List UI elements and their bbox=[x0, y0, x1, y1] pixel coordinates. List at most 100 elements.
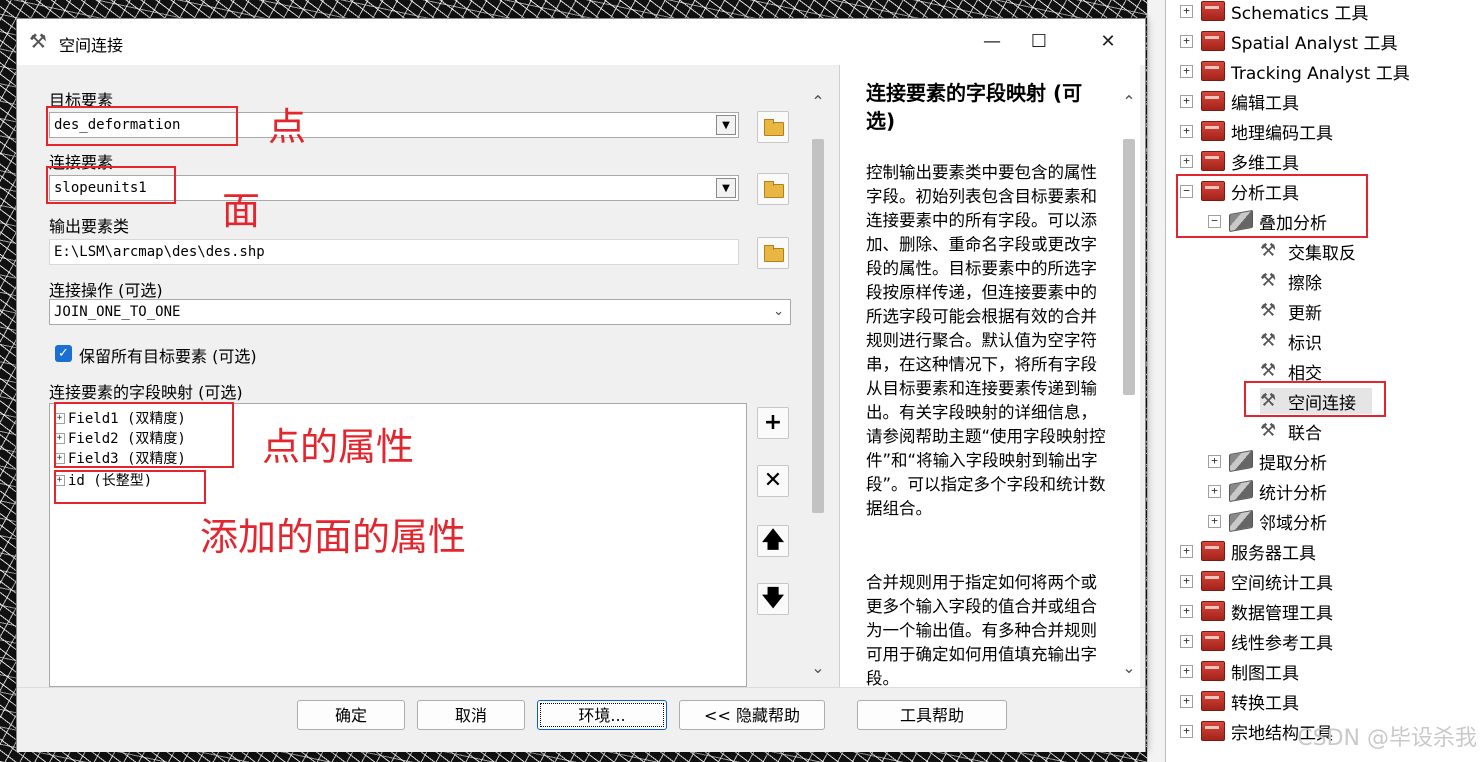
tool-item-identity[interactable]: ⚒ 标识 bbox=[1260, 328, 1322, 354]
toolbox-item-geocoding[interactable]: + 地理编码工具 bbox=[1180, 118, 1333, 144]
tool-item-erase[interactable]: ⚒ 擦除 bbox=[1260, 268, 1322, 294]
expand-icon[interactable]: + bbox=[1180, 574, 1193, 588]
expand-icon[interactable]: + bbox=[1180, 544, 1193, 558]
toolbox-icon bbox=[1201, 121, 1225, 141]
toolbox-item-editing[interactable]: + 编辑工具 bbox=[1180, 88, 1299, 114]
hide-help-button[interactable]: << 隐藏帮助 bbox=[679, 700, 825, 730]
move-down-button[interactable]: 🡇 bbox=[757, 583, 789, 615]
join-operation-select[interactable]: JOIN_ONE_TO_ONE ⌄ bbox=[49, 299, 791, 325]
add-field-button[interactable]: + bbox=[757, 407, 789, 439]
hammer-icon: ⚒ bbox=[1260, 330, 1277, 351]
toolset-item-statistics[interactable]: + 统计分析 bbox=[1208, 478, 1327, 504]
highlight-point-fields-box bbox=[54, 402, 234, 468]
maximize-button[interactable]: ☐ bbox=[1016, 27, 1062, 57]
toolbox-item-conversion[interactable]: + 转换工具 bbox=[1180, 688, 1299, 714]
highlight-polygon-field-box bbox=[54, 470, 206, 504]
expand-icon[interactable]: + bbox=[1180, 4, 1193, 18]
remove-field-button[interactable]: ✕ bbox=[757, 465, 789, 497]
browse-folder-button[interactable] bbox=[757, 237, 789, 269]
minimize-button[interactable]: — bbox=[969, 27, 1015, 57]
keep-all-label: 保留所有目标要素 (可选) bbox=[79, 347, 257, 366]
toolbox-item-label: Schematics 工具 bbox=[1231, 3, 1369, 24]
browse-folder-button[interactable] bbox=[757, 111, 789, 143]
expand-icon[interactable]: + bbox=[1180, 724, 1193, 738]
expand-icon[interactable]: + bbox=[1180, 694, 1193, 708]
toolbox-item-spatial-statistics[interactable]: + 空间统计工具 bbox=[1180, 568, 1333, 594]
tool-help-button[interactable]: 工具帮助 bbox=[857, 700, 1007, 730]
toolbox-item-data-management[interactable]: + 数据管理工具 bbox=[1180, 598, 1333, 624]
chevron-up-icon[interactable]: ⌃ bbox=[809, 93, 827, 111]
toolbox-item-label: 多维工具 bbox=[1231, 153, 1299, 174]
expand-icon[interactable]: + bbox=[1180, 664, 1193, 678]
toolbox-item-label: 服务器工具 bbox=[1231, 543, 1316, 564]
toolbox-icon bbox=[1201, 661, 1225, 681]
chevron-down-icon[interactable]: ⌄ bbox=[773, 300, 784, 324]
hammer-icon: ⚒ bbox=[1260, 270, 1277, 291]
hammer-icon: ⚒ bbox=[29, 29, 47, 53]
expand-icon[interactable]: + bbox=[1180, 604, 1193, 618]
scroll-thumb[interactable] bbox=[812, 139, 824, 513]
close-button[interactable]: ✕ bbox=[1085, 27, 1131, 57]
toolbox-item-tracking-analyst[interactable]: + Tracking Analyst 工具 bbox=[1180, 58, 1410, 84]
browse-folder-button[interactable] bbox=[757, 173, 789, 205]
panel-splitter[interactable] bbox=[1147, 0, 1166, 762]
toolbox-item-server[interactable]: + 服务器工具 bbox=[1180, 538, 1316, 564]
toolbox-item-multidimension[interactable]: + 多维工具 bbox=[1180, 148, 1299, 174]
chevron-down-icon[interactable]: ⌄ bbox=[1120, 659, 1138, 677]
parameters-pane: 目标要素 des_deformation ▼ 连接要素 slopeunits1 … bbox=[29, 65, 827, 687]
scroll-thumb[interactable] bbox=[1123, 139, 1135, 395]
toolset-item-label: 邻域分析 bbox=[1259, 513, 1327, 534]
expand-icon[interactable]: + bbox=[1208, 454, 1221, 468]
tool-item-union[interactable]: ⚒ 联合 bbox=[1260, 418, 1322, 444]
tool-item-symmetrical-difference[interactable]: ⚒ 交集取反 bbox=[1260, 238, 1356, 264]
expand-icon[interactable]: + bbox=[1180, 124, 1193, 138]
parameters-scrollbar[interactable]: ⌃ ⌄ bbox=[809, 93, 827, 683]
annotation-polygon: 面 bbox=[222, 189, 261, 233]
expand-icon[interactable]: + bbox=[1180, 154, 1193, 168]
keep-all-checkbox[interactable]: ✓ bbox=[55, 345, 72, 362]
expand-icon[interactable]: + bbox=[1180, 34, 1193, 48]
toolbox-item-label: 地理编码工具 bbox=[1231, 123, 1333, 144]
chevron-down-icon[interactable]: ▼ bbox=[716, 178, 736, 198]
highlight-spatial-join-box bbox=[1244, 381, 1386, 417]
toolbox-item-label: Tracking Analyst 工具 bbox=[1231, 63, 1410, 84]
expand-icon[interactable]: + bbox=[1208, 484, 1221, 498]
chevron-down-icon[interactable]: ▼ bbox=[716, 115, 736, 135]
help-pane: 连接要素的字段映射 (可选) 控制输出要素类中要包含的属性字段。初始列表包含目标… bbox=[839, 65, 1140, 688]
toolbox-icon bbox=[1201, 31, 1225, 51]
tool-item-update[interactable]: ⚒ 更新 bbox=[1260, 298, 1322, 324]
move-up-button[interactable]: 🡅 bbox=[757, 525, 789, 557]
toolbox-icon bbox=[1201, 61, 1225, 81]
tool-item-label: 更新 bbox=[1288, 303, 1322, 324]
ok-button[interactable]: 确定 bbox=[297, 700, 405, 730]
dialog-titlebar[interactable]: ⚒ 空间连接 — ☐ ✕ bbox=[17, 19, 1145, 65]
toolbox-item-linear-referencing[interactable]: + 线性参考工具 bbox=[1180, 628, 1333, 654]
toolbox-item-cartography[interactable]: + 制图工具 bbox=[1180, 658, 1299, 684]
toolbox-icon bbox=[1201, 691, 1225, 711]
environments-button[interactable]: 环境... bbox=[537, 700, 667, 730]
dialog-button-bar: 确定 取消 环境... << 隐藏帮助 工具帮助 bbox=[17, 687, 1145, 752]
toolset-icon bbox=[1229, 449, 1253, 473]
toolbox-item-spatial-analyst[interactable]: + Spatial Analyst 工具 bbox=[1180, 28, 1397, 54]
toolbox-item-schematics[interactable]: + Schematics 工具 bbox=[1180, 0, 1368, 24]
hammer-icon: ⚒ bbox=[1260, 360, 1277, 381]
chevron-down-icon[interactable]: ⌄ bbox=[809, 659, 827, 677]
annotation-point-attributes: 点的属性 bbox=[262, 425, 415, 469]
chevron-up-icon[interactable]: ⌃ bbox=[1120, 93, 1138, 111]
expand-icon[interactable]: + bbox=[1180, 94, 1193, 108]
annotation-point: 点 bbox=[268, 105, 307, 149]
highlight-join-box bbox=[46, 166, 176, 204]
toolbox-icon bbox=[1201, 601, 1225, 621]
toolset-item-proximity[interactable]: + 邻域分析 bbox=[1208, 508, 1327, 534]
join-operation-label: 连接操作 (可选) bbox=[49, 281, 163, 300]
help-scrollbar[interactable]: ⌃ ⌄ bbox=[1120, 93, 1138, 683]
toolset-item-extract[interactable]: + 提取分析 bbox=[1208, 448, 1327, 474]
cancel-button[interactable]: 取消 bbox=[417, 700, 525, 730]
toolbox-item-label: 制图工具 bbox=[1231, 663, 1299, 684]
output-feature-class-input[interactable]: E:\LSM\arcmap\des\des.shp bbox=[49, 239, 739, 265]
expand-icon[interactable]: + bbox=[1180, 634, 1193, 648]
arctoolbox-panel: + Schematics 工具 + Spatial Analyst 工具 + Trac… bbox=[1165, 0, 1482, 762]
expand-icon[interactable]: + bbox=[1180, 64, 1193, 78]
tool-item-label: 交集取反 bbox=[1288, 243, 1356, 264]
expand-icon[interactable]: + bbox=[1208, 514, 1221, 528]
